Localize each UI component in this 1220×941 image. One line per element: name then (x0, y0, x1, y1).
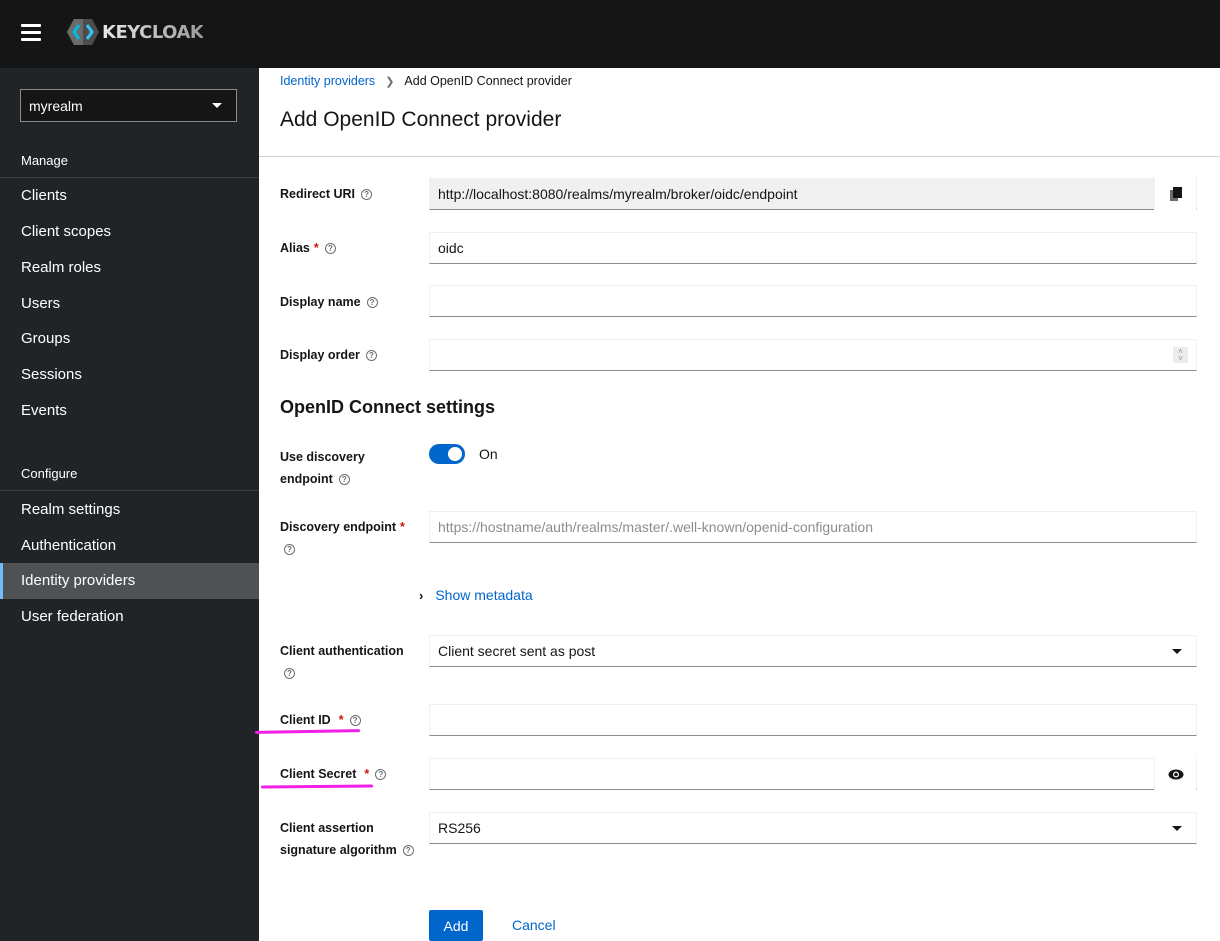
sidebar: myrealm Manage Clients Client scopes Rea… (0, 68, 259, 941)
help-icon[interactable]: ? (284, 544, 295, 556)
client-secret-input[interactable] (429, 758, 1197, 790)
discovery-endpoint-label-text: Discovery endpoint (280, 520, 396, 534)
help-icon[interactable]: ? (375, 769, 387, 781)
client-id-input-control[interactable] (438, 705, 1188, 735)
help-icon[interactable]: ? (324, 243, 336, 255)
use-discovery-label: Use discovery endpoint? (280, 446, 420, 490)
sidebar-item-client-scopes[interactable]: Client scopes (0, 214, 259, 250)
cancel-button[interactable]: Cancel (499, 910, 569, 941)
sidebar-item-sessions[interactable]: Sessions (0, 357, 259, 393)
sidebar-item-groups[interactable]: Groups (0, 321, 259, 357)
use-discovery-label-line1: Use discovery (280, 450, 365, 464)
sidebar-item-realm-settings[interactable]: Realm settings (0, 492, 259, 528)
breadcrumb-current: Add OpenID Connect provider (404, 74, 572, 88)
alias-input-control[interactable] (438, 233, 1188, 263)
brand-name: KEYCLOAK (102, 21, 204, 43)
display-name-input[interactable] (429, 285, 1197, 317)
redirect-uri-label-text: Redirect URI (280, 187, 356, 201)
breadcrumb-identity-providers[interactable]: Identity providers (280, 74, 375, 88)
client-authentication-label: Client authentication ? (280, 640, 420, 684)
hamburger-menu-icon[interactable] (21, 24, 41, 42)
sidebar-item-events[interactable]: Events (0, 393, 259, 429)
client-authentication-select[interactable]: Client secret sent as post (429, 635, 1197, 667)
client-secret-label-text: Client Secret (280, 767, 357, 781)
display-name-input-control[interactable] (438, 286, 1188, 316)
sidebar-item-users[interactable]: Users (0, 286, 259, 322)
realm-selector[interactable]: myrealm (20, 89, 237, 122)
reveal-secret-button[interactable] (1154, 758, 1196, 790)
required-marker: * (364, 767, 370, 781)
client-assertion-alg-label-line1: Client assertion (280, 821, 374, 835)
sidebar-item-clients[interactable]: Clients (0, 178, 259, 214)
realm-selector-value: myrealm (29, 97, 83, 114)
help-icon[interactable]: ? (349, 715, 361, 727)
help-icon[interactable]: ? (366, 297, 378, 309)
use-discovery-state: On (479, 446, 498, 462)
breadcrumb: Identity providers ❯ Add OpenID Connect … (280, 74, 572, 88)
use-discovery-label-line2: endpoint (280, 472, 333, 486)
help-icon[interactable]: ? (338, 474, 350, 486)
use-discovery-toggle[interactable] (429, 444, 465, 464)
sidebar-item-user-federation[interactable]: User federation (0, 599, 259, 635)
show-metadata-label: Show metadata (435, 587, 533, 603)
client-authentication-value: Client secret sent as post (438, 643, 596, 659)
discovery-endpoint-input[interactable] (429, 511, 1197, 543)
display-order-input-control[interactable] (438, 340, 1188, 370)
nav-section-configure: Configure (0, 457, 259, 491)
alias-label-text: Alias (280, 241, 310, 255)
display-order-label: Display order? (280, 344, 420, 366)
client-secret-input-control[interactable] (438, 759, 1113, 789)
client-authentication-label-text: Client authentication (280, 644, 404, 658)
help-icon[interactable]: ? (284, 668, 295, 680)
eye-icon (1168, 769, 1183, 779)
client-assertion-alg-select[interactable]: RS256 (429, 812, 1197, 844)
alias-input[interactable] (429, 232, 1197, 264)
client-id-label: Client ID *? (280, 709, 420, 731)
toggle-knob (448, 447, 462, 461)
client-id-input[interactable] (429, 704, 1197, 736)
help-icon[interactable]: ? (402, 845, 414, 857)
help-icon[interactable]: ? (361, 189, 373, 201)
client-id-label-text: Client ID (280, 713, 331, 727)
required-marker: * (400, 520, 405, 534)
page-title: Add OpenID Connect provider (280, 108, 562, 131)
redirect-uri-label: Redirect URI? (280, 183, 420, 205)
caret-down-icon (1172, 649, 1182, 654)
sidebar-item-identity-providers[interactable]: Identity providers (0, 563, 259, 599)
main-content: Identity providers ❯ Add OpenID Connect … (259, 68, 1220, 941)
display-name-label: Display name? (280, 291, 420, 313)
required-marker: * (313, 241, 319, 255)
keycloak-logo-icon (67, 19, 99, 45)
keycloak-logo[interactable]: KEYCLOAK (66, 18, 204, 46)
chevron-down-icon (212, 103, 222, 108)
copy-icon (1169, 187, 1182, 201)
client-secret-label: Client Secret *? (280, 763, 420, 785)
sidebar-item-authentication[interactable]: Authentication (0, 528, 259, 564)
display-order-label-text: Display order (280, 348, 360, 362)
client-assertion-alg-label-line2: signature algorithm (280, 843, 397, 857)
discovery-endpoint-label: Discovery endpoint * ? (280, 516, 420, 560)
display-name-label-text: Display name (280, 295, 361, 309)
help-icon[interactable]: ? (365, 350, 377, 362)
redirect-uri-field[interactable]: http://localhost:8080/realms/myrealm/bro… (429, 178, 1197, 210)
breadcrumb-separator-icon: ❯ (385, 75, 395, 88)
required-marker: * (338, 713, 344, 727)
page-header: Identity providers ❯ Add OpenID Connect … (259, 68, 1220, 157)
oidc-settings-heading: OpenID Connect settings (280, 397, 496, 417)
client-assertion-alg-label: Client assertion signature algorithm? (280, 817, 420, 861)
discovery-endpoint-input-control[interactable] (438, 512, 1188, 542)
redirect-uri-value: http://localhost:8080/realms/myrealm/bro… (438, 186, 798, 202)
show-metadata-toggle[interactable]: › Show metadata (419, 587, 533, 603)
caret-down-icon (1172, 826, 1182, 831)
add-button[interactable]: Add (429, 910, 483, 941)
number-stepper-icon[interactable]: ˄ ˅ (1173, 347, 1188, 363)
sidebar-item-realm-roles[interactable]: Realm roles (0, 250, 259, 286)
masthead: KEYCLOAK (0, 0, 1220, 68)
chevron-right-icon: › (419, 587, 424, 603)
alias-label: Alias *? (280, 237, 420, 259)
display-order-input[interactable]: ˄ ˅ (429, 339, 1197, 371)
copy-button[interactable] (1154, 178, 1196, 210)
nav-section-manage: Manage (0, 144, 259, 178)
client-assertion-alg-value: RS256 (438, 820, 481, 836)
